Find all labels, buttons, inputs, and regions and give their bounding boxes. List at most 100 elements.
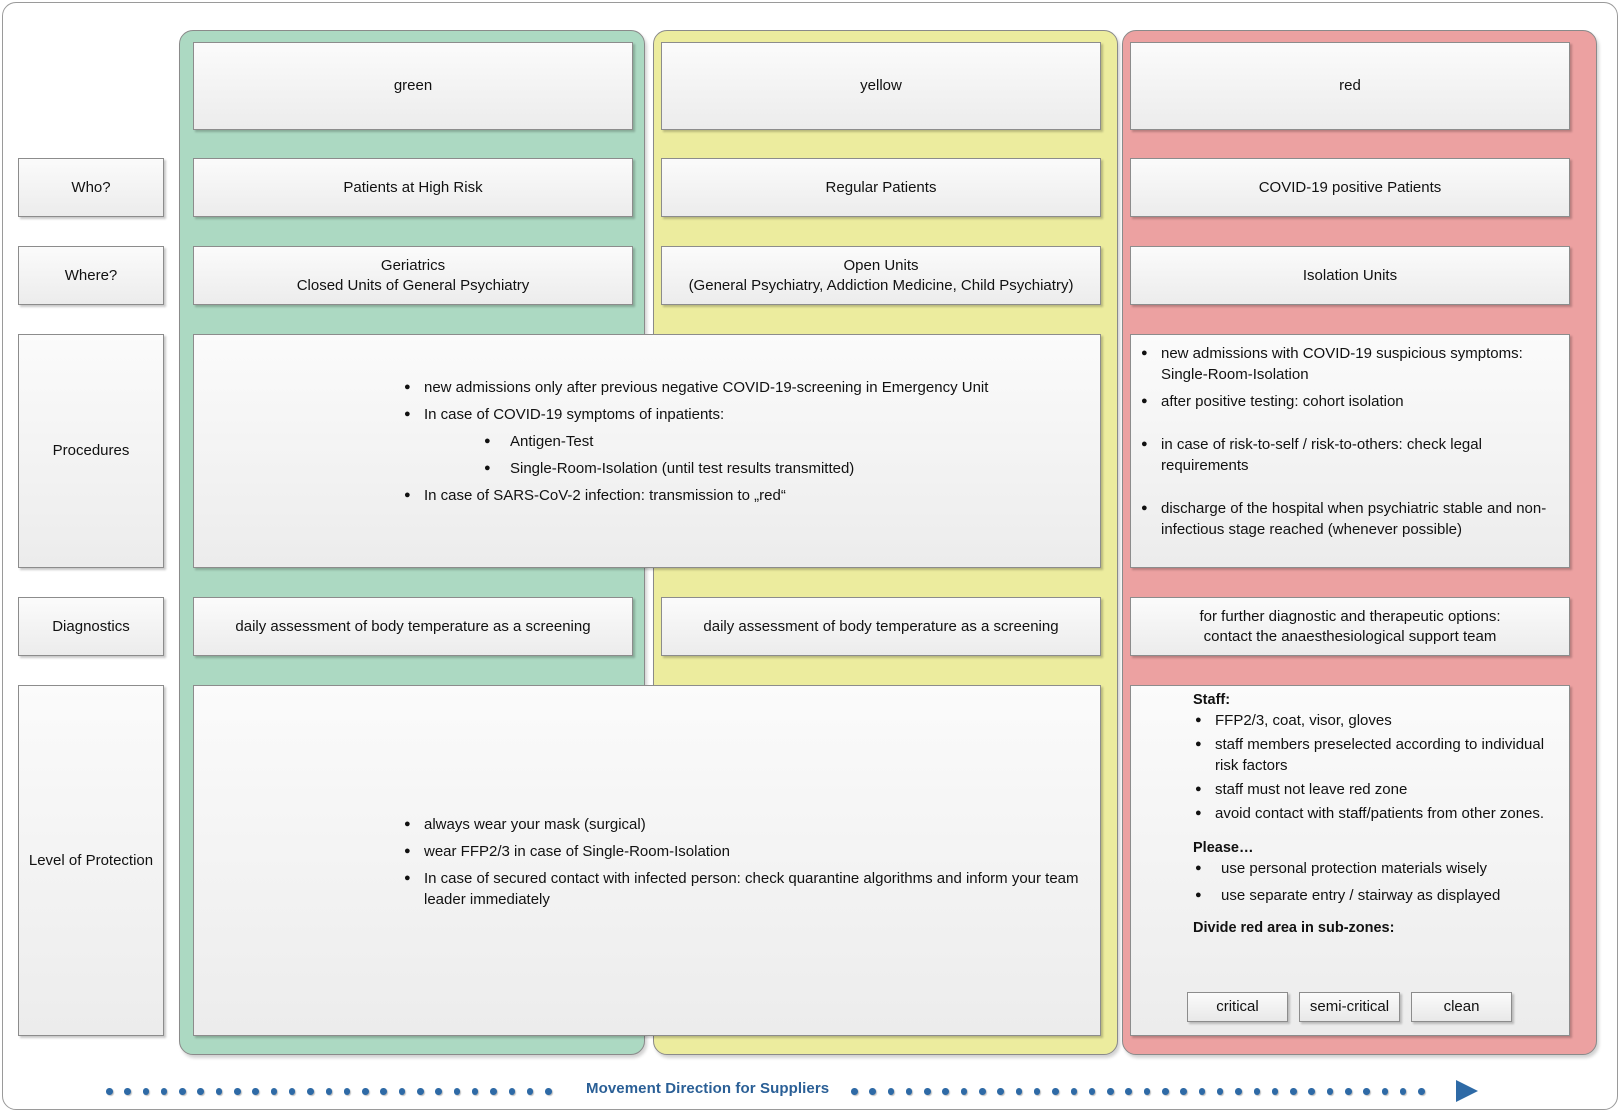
where-red: Isolation Units <box>1130 246 1570 305</box>
list-item: In case of secured contact with infected… <box>402 868 1092 910</box>
dot-icon <box>343 1088 351 1095</box>
row-label-who: Who? <box>18 158 164 217</box>
dot-icon <box>1381 1088 1389 1095</box>
dot-icon <box>1271 1088 1279 1095</box>
row-label-protection: Level of Protection <box>18 685 164 1036</box>
dot-icon <box>490 1088 497 1095</box>
procedures-red-list: new admissions with COVID-19 suspicious … <box>1139 343 1563 540</box>
subzones-row: critical semi-critical clean <box>1187 992 1512 1022</box>
dot-icon <box>1345 1088 1352 1095</box>
list-item: in case of risk-to-self / risk-to-others… <box>1139 434 1563 476</box>
dot-icon <box>1253 1088 1261 1095</box>
dot-icon <box>887 1088 895 1095</box>
dot-icon <box>307 1088 314 1095</box>
list-item: Single-Room-Isolation (until test result… <box>482 458 988 479</box>
list-item: In case of COVID-19 symptoms of inpatien… <box>402 404 988 425</box>
procedures-green-yellow: new admissions only after previous negat… <box>193 334 1101 568</box>
dot-icon <box>179 1088 186 1095</box>
dot-icon <box>325 1088 333 1095</box>
subzone-clean: clean <box>1411 992 1512 1022</box>
dot-icon <box>142 1088 150 1095</box>
dot-icon <box>924 1088 931 1095</box>
list-item: discharge of the hospital when psychiatr… <box>1139 498 1563 540</box>
list-item: staff must not leave red zone <box>1193 779 1559 800</box>
subzones-heading: Divide red area in sub-zones: <box>1193 920 1395 936</box>
dot-icon <box>1399 1088 1407 1095</box>
dot-icon <box>380 1088 387 1095</box>
list-item: staff members preselected according to i… <box>1193 734 1559 776</box>
where-yellow: Open Units (General Psychiatry, Addictio… <box>661 246 1101 305</box>
dot-icon <box>1326 1088 1334 1095</box>
zone-header-green: green <box>193 42 633 130</box>
subzone-critical: critical <box>1187 992 1288 1022</box>
dot-icon <box>1216 1088 1224 1095</box>
row-label-where: Where? <box>18 246 164 305</box>
subzone-semi-critical: semi-critical <box>1299 992 1400 1022</box>
please-list: use personal protection materials wisely… <box>1193 858 1559 906</box>
dot-icon <box>869 1088 876 1095</box>
dot-icon <box>979 1088 986 1095</box>
dot-icon <box>1143 1088 1151 1095</box>
dot-icon <box>124 1088 131 1095</box>
dot-icon <box>1235 1088 1242 1095</box>
please-heading: Please… <box>1193 840 1254 856</box>
dot-icon <box>106 1088 113 1095</box>
who-green: Patients at High Risk <box>193 158 633 217</box>
staff-heading: Staff: <box>1193 692 1231 708</box>
list-item: In case of SARS-CoV-2 infection: transmi… <box>402 485 988 506</box>
list-item: avoid contact with staff/patients from o… <box>1193 803 1559 824</box>
who-yellow: Regular Patients <box>661 158 1101 217</box>
dot-icon <box>1363 1088 1370 1095</box>
list-item: wear FFP2/3 in case of Single-Room-Isola… <box>402 841 1092 862</box>
list-item: new admissions only after previous negat… <box>402 377 988 398</box>
dot-icon <box>508 1088 516 1095</box>
movement-label: Movement Direction for Suppliers <box>586 1080 830 1097</box>
diagnostics-yellow: daily assessment of body temperature as … <box>661 597 1101 656</box>
dot-icon <box>270 1088 278 1095</box>
dot-icon <box>197 1088 204 1095</box>
protection-red: Staff: FFP2/3, coat, visor, gloves staff… <box>1130 685 1570 1036</box>
list-item: Antigen-Test <box>482 431 988 452</box>
dot-icon <box>1308 1088 1315 1095</box>
list-item: use personal protection materials wisely <box>1193 858 1559 879</box>
dot-icon <box>362 1088 369 1095</box>
dot-icon <box>288 1088 296 1095</box>
who-red: COVID-19 positive Patients <box>1130 158 1570 217</box>
dotted-line-left <box>106 1088 552 1096</box>
dot-icon <box>1198 1088 1206 1095</box>
dot-icon <box>398 1088 406 1095</box>
zone-header-yellow: yellow <box>661 42 1101 130</box>
protection-green-yellow-list: always wear your mask (surgical) wear FF… <box>402 814 1092 916</box>
dot-icon <box>1088 1088 1096 1095</box>
dot-icon <box>1290 1088 1297 1095</box>
dot-icon <box>997 1088 1004 1095</box>
row-label-diagnostics: Diagnostics <box>18 597 164 656</box>
procedures-red: new admissions with COVID-19 suspicious … <box>1130 334 1570 568</box>
dot-icon <box>215 1088 223 1095</box>
dot-icon <box>851 1088 858 1095</box>
dot-icon <box>960 1088 968 1095</box>
protection-green-yellow: always wear your mask (surgical) wear FF… <box>193 685 1101 1036</box>
arrow-right-icon <box>1456 1080 1478 1102</box>
where-green: Geriatrics Closed Units of General Psych… <box>193 246 633 305</box>
dot-icon <box>1162 1088 1169 1095</box>
dot-icon <box>1180 1088 1187 1095</box>
dotted-line-right <box>851 1088 1425 1096</box>
dot-icon <box>545 1088 552 1095</box>
diagnostics-red: for further diagnostic and therapeutic o… <box>1130 597 1570 656</box>
list-item: use separate entry / stairway as display… <box>1193 885 1559 906</box>
dot-icon <box>417 1088 424 1095</box>
dot-icon <box>234 1088 241 1095</box>
procedures-green-yellow-list: new admissions only after previous negat… <box>402 377 988 512</box>
dot-icon <box>252 1088 259 1095</box>
list-item: FFP2/3, coat, visor, gloves <box>1193 710 1559 731</box>
dot-icon <box>160 1088 168 1095</box>
dot-icon <box>1107 1088 1114 1095</box>
dot-icon <box>1125 1088 1132 1095</box>
dot-icon <box>453 1088 461 1095</box>
diagnostics-green: daily assessment of body temperature as … <box>193 597 633 656</box>
dot-icon <box>1015 1088 1023 1095</box>
staff-list: FFP2/3, coat, visor, gloves staff member… <box>1193 710 1559 824</box>
zone-header-red: red <box>1130 42 1570 130</box>
list-item: new admissions with COVID-19 suspicious … <box>1139 343 1563 385</box>
